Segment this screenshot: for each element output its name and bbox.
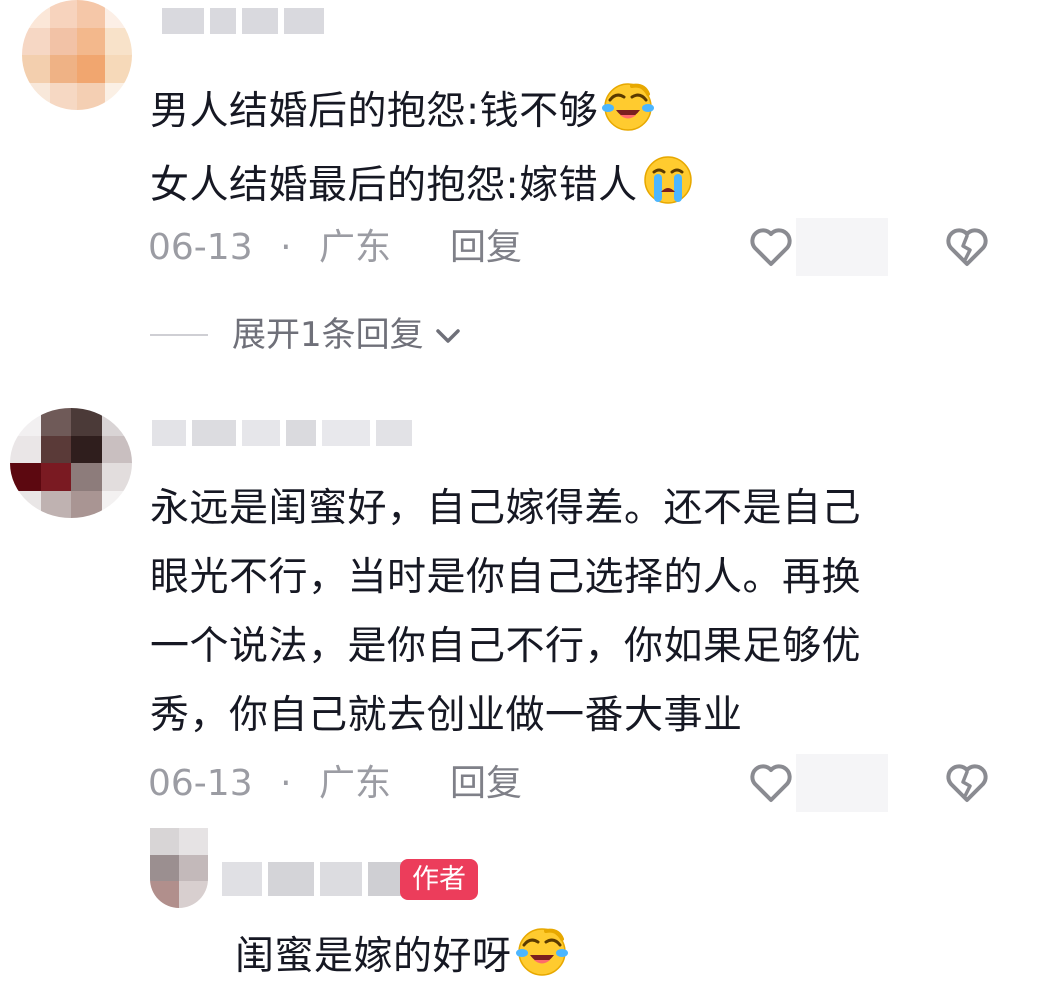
reply-text-line: 闺蜜是嫁的好呀 [235,925,568,977]
comment-text-line: 一个说法，是你自己不行，你如果足够优 [150,624,862,669]
laughing-crying-emoji-icon [515,925,568,977]
like-heart-icon[interactable] [746,758,796,808]
comment-text-line: 男人结婚后的抱怨:钱不够 [150,80,655,134]
dislike-broken-heart-icon[interactable] [942,758,992,808]
divider-line [150,334,208,336]
reply-button[interactable]: 回复 [450,230,522,266]
comment-location: 广东 [318,763,391,804]
comment-date: 06-13 [148,227,253,268]
comment-date: 06-13 [148,763,253,804]
author-badge: 作者 [400,859,478,900]
laughing-crying-emoji-icon [602,80,655,132]
comment-text-line: 女人结婚最后的抱怨:嫁错人 [150,154,694,206]
comment-meta: 06-13 · 广东 [148,766,391,802]
comment-text-line: 眼光不行，当时是你自己选择的人。再换 [150,555,862,600]
comment-line-text: 女人结婚最后的抱怨:嫁错人 [150,163,638,208]
expand-replies-button[interactable]: 展开1条回复 [232,318,462,352]
meta-separator: · [280,763,292,804]
avatar[interactable] [22,0,132,110]
like-count [796,218,888,276]
comment-text-line: 秀，你自己就去创业做一番大事业 [150,693,743,738]
meta-separator: · [280,227,292,268]
like-count [796,754,888,812]
crying-emoji-icon [642,154,694,206]
like-heart-icon[interactable] [746,222,796,272]
dislike-broken-heart-icon[interactable] [942,222,992,272]
username[interactable] [152,420,412,446]
comment-meta: 06-13 · 广东 [148,230,391,266]
comment-line-text: 男人结婚后的抱怨:钱不够 [150,89,599,134]
chevron-down-icon [434,318,462,352]
avatar[interactable] [10,408,132,518]
reply-text: 闺蜜是嫁的好呀 [235,934,512,979]
comment-location: 广东 [318,227,391,268]
comment-text-line: 永远是闺蜜好，自己嫁得差。还不是自己 [150,486,862,531]
expand-replies-label: 展开1条回复 [232,315,424,355]
reply-button[interactable]: 回复 [450,766,522,802]
username[interactable] [162,8,324,34]
avatar[interactable] [150,828,208,908]
